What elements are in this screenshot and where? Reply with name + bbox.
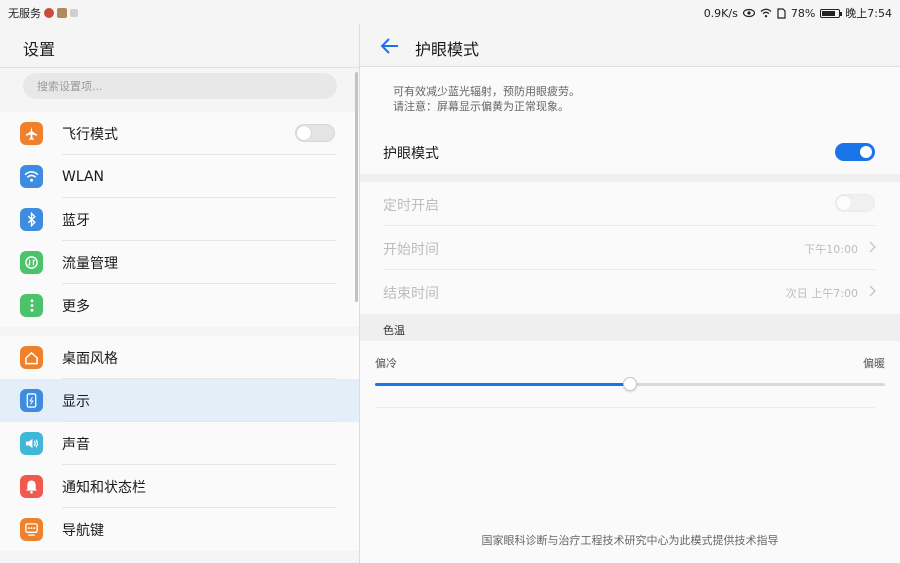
- sidebar-item-label: 显示: [62, 393, 90, 410]
- clock: 晚上7:54: [845, 7, 892, 20]
- status-bar: 无服务 0.9K/s 78% 晚上7:54: [0, 0, 900, 24]
- sidebar-item-navigation-key[interactable]: 导航键: [0, 508, 359, 551]
- start-time-row: 开始时间 下午10:00: [360, 226, 900, 270]
- sidebar-item-home-style[interactable]: 桌面风格: [0, 336, 359, 379]
- sidebar-item-label: 更多: [62, 298, 90, 315]
- sidebar-item-data-usage[interactable]: 流量管理: [0, 241, 359, 284]
- sidebar-item-label: 导航键: [62, 522, 104, 539]
- footer-note: 国家眼科诊断与治疗工程技术研究中心为此模式提供技术指导: [481, 534, 779, 547]
- schedule-toggle[interactable]: [835, 194, 875, 212]
- more-icon: [20, 294, 43, 317]
- end-time-label: 结束时间: [383, 286, 439, 302]
- chevron-right-icon: [869, 285, 876, 297]
- search-input[interactable]: [23, 73, 337, 99]
- sidebar-item-airplane-mode[interactable]: 飞行模式: [0, 112, 359, 155]
- sidebar-item-label: 桌面风格: [62, 350, 118, 367]
- settings-sidebar: 设置 飞行模式 WLAN 蓝牙: [0, 24, 359, 563]
- data-usage-icon: [20, 251, 43, 274]
- bluetooth-icon: [20, 208, 43, 231]
- app-notification-icon: [44, 8, 54, 18]
- color-temp-header: 色温: [360, 314, 900, 341]
- divider: [0, 67, 359, 68]
- settings-group-device: 桌面风格 显示 声音 通知和状态栏 导航键: [0, 336, 359, 551]
- color-temp-slider[interactable]: [375, 377, 885, 391]
- end-time-row: 结束时间 次日 上午7:00: [360, 270, 900, 314]
- section-gap: [360, 174, 900, 182]
- chevron-right-icon: [869, 241, 876, 253]
- sidebar-title: 设置: [23, 40, 56, 59]
- mode-description: 可有效减少蓝光辐射，预防用眼疲劳。 请注意：屏幕显示偏黄为正常现象。: [393, 84, 580, 114]
- notification-icon: [20, 475, 43, 498]
- sidebar-item-label: 流量管理: [62, 255, 118, 272]
- schedule-row: 定时开启: [360, 182, 900, 226]
- start-time-label: 开始时间: [383, 242, 439, 258]
- sidebar-item-sound[interactable]: 声音: [0, 422, 359, 465]
- sim-icon: [777, 7, 786, 19]
- description-line: 请注意：屏幕显示偏黄为正常现象。: [393, 100, 569, 113]
- start-time-value: 下午10:00: [804, 243, 858, 256]
- display-icon: [20, 389, 43, 412]
- eye-mode-row[interactable]: 护眼模式: [360, 130, 900, 174]
- back-arrow-icon[interactable]: [378, 34, 402, 58]
- battery-icon: [820, 8, 843, 18]
- sidebar-item-label: 声音: [62, 436, 90, 453]
- app-notification-icon: [70, 9, 78, 17]
- sidebar-item-notifications[interactable]: 通知和状态栏: [0, 465, 359, 508]
- home-style-icon: [20, 346, 43, 369]
- battery-percent: 78%: [790, 6, 816, 20]
- description-line: 可有效减少蓝光辐射，预防用眼疲劳。: [393, 85, 580, 98]
- sidebar-item-display[interactable]: 显示: [0, 379, 359, 422]
- sidebar-item-more[interactable]: 更多: [0, 284, 359, 327]
- sound-icon: [20, 432, 43, 455]
- slider-thumb[interactable]: [623, 377, 637, 391]
- end-time-value: 次日 上午7:00: [785, 287, 858, 300]
- detail-header: 护眼模式: [360, 24, 900, 67]
- divider: [375, 407, 875, 408]
- sidebar-item-label: WLAN: [62, 168, 105, 185]
- schedule-label: 定时开启: [383, 198, 439, 214]
- navigation-key-icon: [20, 518, 43, 541]
- sidebar-scrollbar[interactable]: [355, 72, 358, 302]
- sidebar-item-bluetooth[interactable]: 蓝牙: [0, 198, 359, 241]
- cooler-label: 偏冷: [375, 357, 397, 370]
- sidebar-item-label: 通知和状态栏: [62, 479, 146, 496]
- settings-group-connectivity: 飞行模式 WLAN 蓝牙 流量管理 更多: [0, 112, 359, 327]
- app-notification-icon: [57, 8, 67, 18]
- page-title: 护眼模式: [415, 40, 480, 59]
- wifi-icon: [20, 165, 43, 188]
- sidebar-item-label: 飞行模式: [62, 126, 118, 143]
- eye-comfort-detail: 护眼模式 可有效减少蓝光辐射，预防用眼疲劳。 请注意：屏幕显示偏黄为正常现象。 …: [360, 24, 900, 563]
- network-speed: 0.9K/s: [703, 6, 738, 20]
- sidebar-item-label: 蓝牙: [62, 212, 90, 229]
- color-temp-title: 色温: [383, 324, 405, 337]
- carrier-text: 无服务: [8, 7, 41, 20]
- warmer-label: 偏暖: [863, 357, 885, 370]
- wifi-status-icon: [760, 8, 772, 18]
- eye-mode-toggle[interactable]: [835, 143, 875, 161]
- airplane-icon: [20, 122, 43, 145]
- sidebar-item-wlan[interactable]: WLAN: [0, 155, 359, 198]
- airplane-mode-toggle[interactable]: [295, 124, 335, 142]
- slider-fill: [375, 383, 630, 386]
- eye-mode-label: 护眼模式: [383, 146, 439, 162]
- eye-comfort-icon: [742, 8, 755, 18]
